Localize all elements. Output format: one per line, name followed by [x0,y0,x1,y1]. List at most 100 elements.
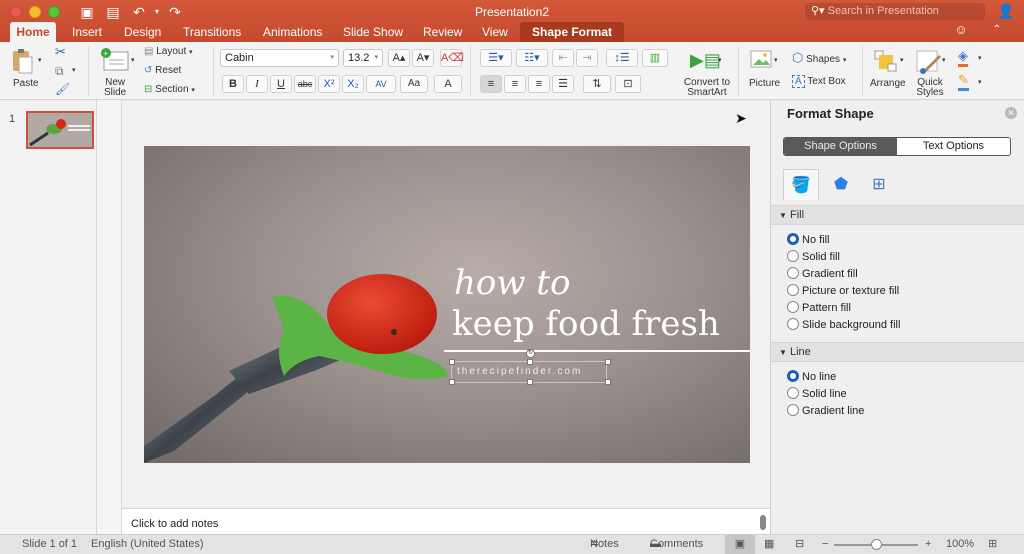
smartart-dropdown-icon[interactable]: ▾ [718,56,722,64]
line-spacing-button[interactable]: ↕☰ [606,49,638,67]
smiley-feedback-icon[interactable]: ☺ [952,21,970,39]
copy-icon[interactable]: ⧉ [55,64,64,79]
format-painter-icon[interactable]: 🖌 [55,82,70,96]
section-button[interactable]: ⊟ Section ▾ [144,84,195,95]
size-properties-icon[interactable]: ⊞ [861,169,897,200]
search-input[interactable]: ⚲▾ Search in Presentation [805,3,985,20]
radio-no-line[interactable]: No line [787,370,836,386]
notes-scrollbar[interactable] [760,515,766,530]
bullets-button[interactable]: ☰▾ [480,49,512,67]
picture-dropdown-icon[interactable]: ▾ [774,56,778,64]
picture-button[interactable] [750,50,772,71]
reset-button[interactable]: ↺ Reset [144,65,181,76]
tab-insert[interactable]: Insert [66,22,108,42]
line-section-header[interactable]: ▼ Line [771,342,1024,362]
tab-home[interactable]: Home [10,22,56,42]
zoom-out-icon[interactable]: − [822,535,828,554]
radio-solid-fill[interactable]: Solid fill [787,250,840,266]
decrease-indent-button[interactable]: ⇤ [552,49,574,67]
shape-outline-dropdown-icon[interactable]: ▾ [978,78,982,86]
superscript-button[interactable]: X² [318,75,340,93]
resize-handle[interactable] [527,379,533,385]
slide-title-line1[interactable]: how to [454,264,570,302]
align-center-button[interactable]: ≡ [504,75,526,93]
tab-design[interactable]: Design [118,22,167,42]
radio-solid-line[interactable]: Solid line [787,387,847,403]
fill-line-icon[interactable]: 🪣 [783,169,819,200]
quick-styles-button[interactable] [916,50,942,77]
increase-indent-button[interactable]: ⇥ [576,49,598,67]
pane-splitter[interactable] [97,100,122,534]
shape-fill-icon[interactable]: ◈ [958,48,968,67]
align-right-button[interactable]: ≡ [528,75,550,93]
tab-shape-format[interactable]: Shape Format [520,22,625,42]
share-user-icon[interactable]: 👤 [997,2,1015,20]
italic-button[interactable]: I [246,75,268,93]
tab-slide-show[interactable]: Slide Show [337,22,409,42]
subtitle-textbox[interactable]: therecipefinder.com ↻ [449,349,611,385]
text-options-tab[interactable]: Text Options [897,138,1010,155]
quick-styles-dropdown-icon[interactable]: ▾ [942,56,946,64]
close-panel-icon[interactable]: ✕ [1005,107,1017,119]
shape-options-tab[interactable]: Shape Options [784,138,897,155]
normal-view-icon[interactable]: ▣ [725,535,755,554]
text-box-button[interactable]: A Text Box [792,75,846,88]
tab-animations[interactable]: Animations [257,22,328,42]
font-color-button[interactable]: A [434,75,462,93]
bold-button[interactable]: B [222,75,244,93]
resize-handle[interactable] [449,359,455,365]
slide-title-line2[interactable]: keep food fresh [452,304,720,344]
presenter-view-icon[interactable]: ⊟ [795,535,804,554]
subscript-button[interactable]: X₂ [342,75,364,93]
new-slide-button[interactable]: + [100,48,130,75]
layout-button[interactable]: ▤ Layout ▾ [144,46,193,57]
resize-handle[interactable] [449,379,455,385]
align-left-button[interactable]: ≡ [480,75,502,93]
text-direction-button[interactable]: ⇅ [583,75,611,93]
character-spacing-button[interactable]: AV [366,75,396,93]
zoom-in-icon[interactable]: + [925,535,931,554]
font-size-select[interactable]: 13.2 ▾ [343,49,383,67]
tab-view[interactable]: View [476,22,514,42]
notes-pane[interactable]: Click to add notes [122,508,770,534]
collapse-ribbon-icon[interactable]: ⌃ [988,21,1006,39]
rotate-handle-icon[interactable]: ↻ [526,349,535,358]
shapes-button[interactable]: ⬡ Shapes ▾ [792,50,846,66]
effects-icon[interactable]: ⬟ [823,169,859,200]
paste-button[interactable] [10,48,36,74]
radio-pattern-fill[interactable]: Pattern fill [787,301,851,317]
tab-review[interactable]: Review [417,22,468,42]
shape-outline-icon[interactable]: ✎ [958,72,969,91]
language[interactable]: English (United States) [91,535,204,554]
convert-smartart-button[interactable]: Convert to SmartArt [680,78,734,98]
slide[interactable]: how to keep food fresh therecipefinder.c… [144,146,750,463]
zoom-level[interactable]: 100% [946,535,974,554]
paste-dropdown-icon[interactable]: ▾ [38,56,42,64]
slide-thumbnail[interactable] [26,111,94,149]
underline-button[interactable]: U [270,75,292,93]
columns-button[interactable]: ▥ [642,49,668,67]
new-slide-dropdown-icon[interactable]: ▾ [131,56,135,64]
cut-icon[interactable]: ✂ [55,44,66,60]
slide-sorter-icon[interactable]: ▦ [764,535,774,554]
shape-fill-dropdown-icon[interactable]: ▾ [978,54,982,62]
radio-gradient-line[interactable]: Gradient line [787,404,864,420]
smartart-icon[interactable]: ▶▤ [690,50,721,71]
tab-transitions[interactable]: Transitions [177,22,247,42]
font-name-select[interactable]: Cabin ▾ [220,49,339,67]
clear-formatting-icon[interactable]: A⌫ [440,49,464,67]
radio-gradient-fill[interactable]: Gradient fill [787,267,858,283]
numbering-button[interactable]: ☷▾ [516,49,548,67]
fill-section-header[interactable]: ▼ Fill [771,205,1024,225]
fit-to-window-icon[interactable]: ⊞ [988,535,997,554]
radio-picture-texture-fill[interactable]: Picture or texture fill [787,284,899,300]
radio-slide-background-fill[interactable]: Slide background fill [787,318,900,334]
arrange-dropdown-icon[interactable]: ▾ [900,56,904,64]
zoom-slider-thumb[interactable] [871,539,882,550]
resize-handle[interactable] [605,379,611,385]
justify-button[interactable]: ☰ [552,75,574,93]
arrange-button[interactable] [874,50,898,75]
align-text-button[interactable]: ⊡ [615,75,641,93]
strikethrough-button[interactable]: abc [294,75,316,93]
grow-font-button[interactable]: A▴ [388,49,410,67]
